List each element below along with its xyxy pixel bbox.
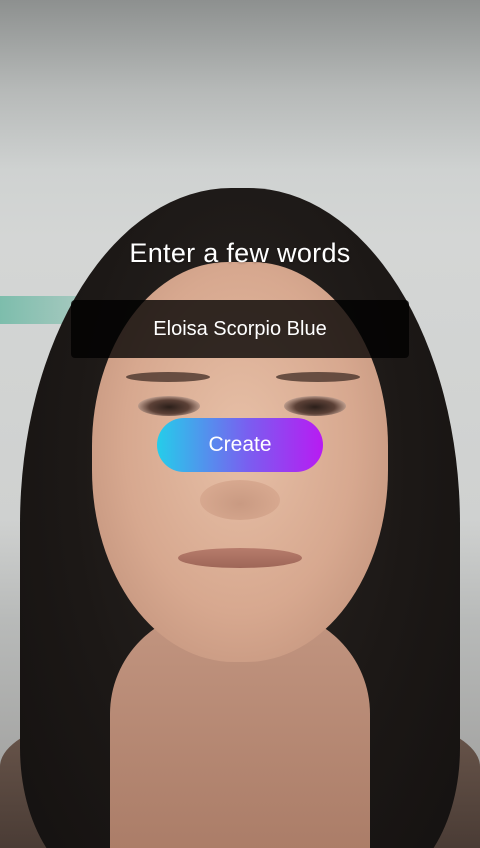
subject-left-eye <box>138 396 200 416</box>
create-button[interactable]: Create <box>157 418 323 472</box>
subject-nose <box>200 480 280 520</box>
prompt-title: Enter a few words <box>129 238 351 268</box>
subject-mouth <box>178 548 302 568</box>
camera-screen: Enter a few words Eloisa Scorpio Blue Cr… <box>0 0 480 848</box>
words-input-field[interactable]: Eloisa Scorpio Blue <box>71 300 409 358</box>
subject-right-brow <box>276 372 360 382</box>
subject-right-eye <box>284 396 346 416</box>
subject-left-brow <box>126 372 210 382</box>
